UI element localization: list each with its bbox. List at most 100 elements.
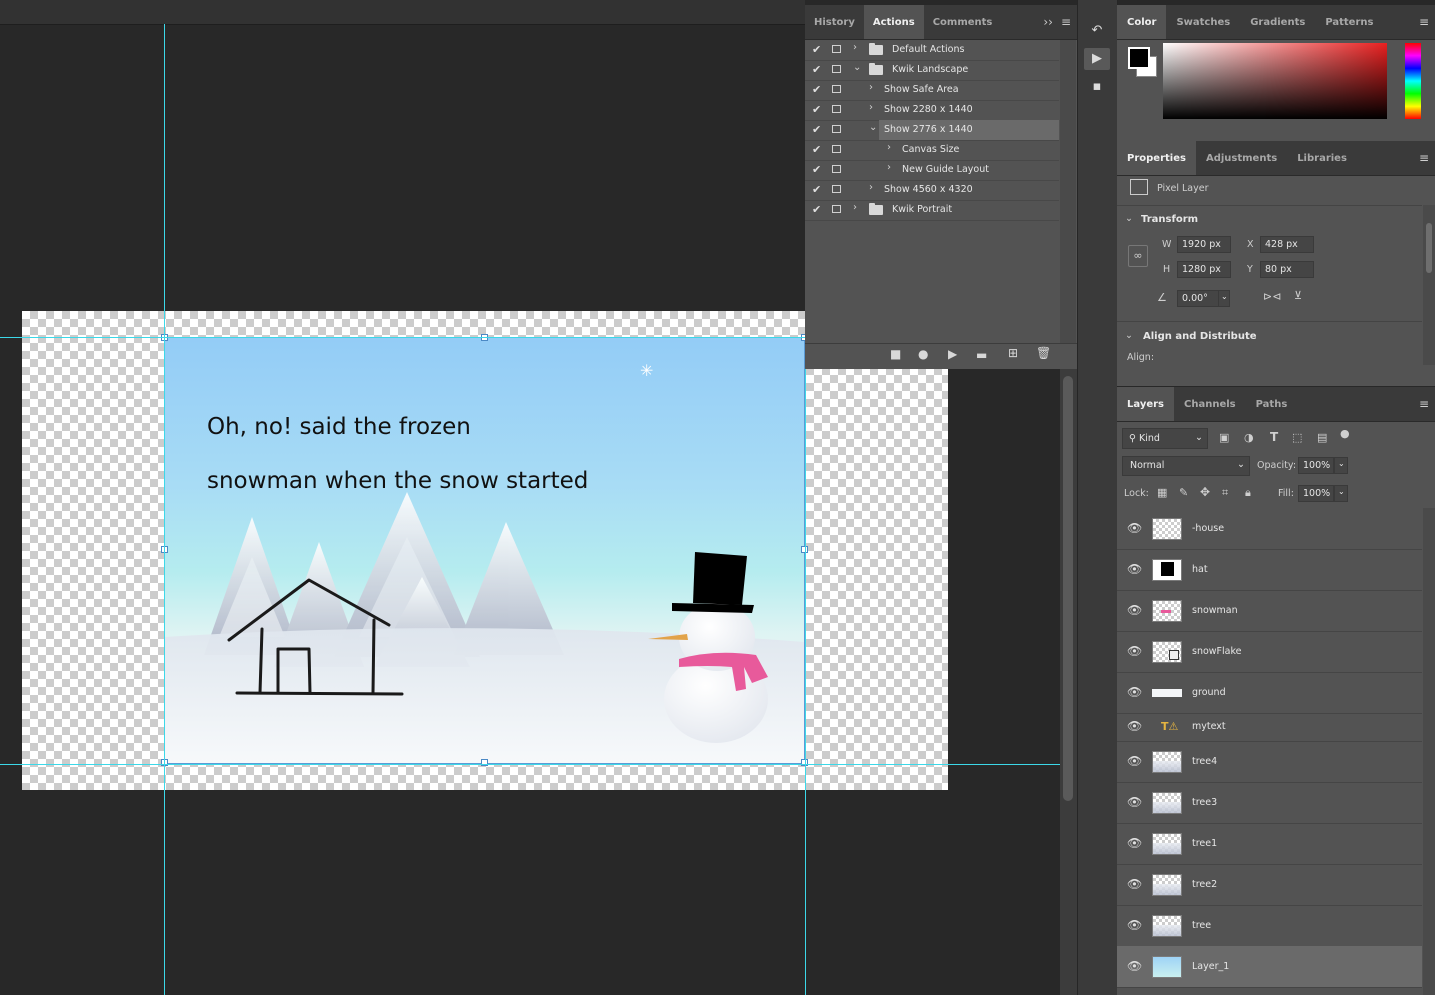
properties-scrollbar[interactable] [1423,205,1435,365]
action-item[interactable]: ✔ › Default Actions [805,40,1059,61]
canvas-scroll-thumb[interactable] [1063,376,1073,801]
lock-all-icon[interactable]: 🔒︎ [1245,486,1251,500]
dialog-toggle-icon[interactable] [832,105,841,113]
eye-icon[interactable]: 👁︎ [1127,918,1142,932]
eye-icon[interactable]: 👁︎ [1127,562,1142,576]
check-icon[interactable]: ✔ [812,43,821,56]
check-icon[interactable]: ✔ [812,63,821,76]
fill-dropdown[interactable]: ⌄ [1334,485,1348,502]
comments-icon[interactable]: ▪ [1084,76,1110,98]
tab-gradients[interactable]: Gradients [1240,5,1315,39]
history-icon[interactable]: ↶ [1084,20,1110,42]
x-field[interactable]: 428 px [1260,236,1314,253]
expand-panels-icon[interactable]: ›› [1043,15,1053,29]
layer-row[interactable]: 👁︎ ground [1117,672,1422,714]
eye-icon[interactable]: 👁︎ [1127,521,1142,535]
lock-transparent-icon[interactable]: ▦ [1157,486,1167,499]
play-icon[interactable]: ▶ [948,347,957,361]
dialog-toggle-icon[interactable] [832,125,841,133]
actions-scrollbar[interactable] [1060,40,1076,343]
tab-history[interactable]: History [805,5,864,39]
eye-icon[interactable]: 👁︎ [1127,795,1142,809]
align-title[interactable]: Align and Distribute [1143,331,1257,342]
chevron-right-icon[interactable]: › [853,42,857,53]
lock-position-icon[interactable]: ✥ [1200,485,1210,499]
chevron-right-icon[interactable]: › [869,102,873,113]
new-action-icon[interactable]: ⊞ [1008,346,1018,360]
eye-icon[interactable]: 👁︎ [1127,719,1142,733]
flip-horizontal-icon[interactable]: ⊳⊲ [1263,290,1281,303]
action-item[interactable]: ✔ › Kwik Portrait [805,200,1059,221]
layer-row[interactable]: 👁︎ snowFlake [1117,631,1422,673]
action-item[interactable]: ✔ › Show Safe Area [805,80,1059,101]
eye-icon[interactable]: 👁︎ [1127,836,1142,850]
opacity-dropdown[interactable]: ⌄ [1334,457,1348,474]
tab-libraries[interactable]: Libraries [1287,141,1357,175]
properties-scroll-thumb[interactable] [1426,223,1432,273]
trash-icon[interactable]: 🗑 [1036,346,1051,360]
tab-adjustments[interactable]: Adjustments [1196,141,1287,175]
dialog-toggle-icon[interactable] [832,145,841,153]
dialog-toggle-icon[interactable] [832,85,841,93]
layers-panel-menu-icon[interactable]: ≡ [1413,387,1435,421]
layer-row[interactable]: 👁︎ tree4 [1117,741,1422,783]
chevron-right-icon[interactable]: › [869,182,873,193]
layer-row[interactable]: 👁︎ -house [1117,508,1422,550]
chevron-right-icon[interactable]: › [887,142,891,153]
folder-icon[interactable]: ▬ [976,348,987,362]
lock-image-icon[interactable]: ✎ [1179,486,1188,499]
dialog-toggle-icon[interactable] [832,65,841,73]
properties-panel-menu-icon[interactable]: ≡ [1413,141,1435,175]
tab-properties[interactable]: Properties [1117,141,1196,175]
canvas-vertical-scrollbar[interactable] [1060,368,1077,995]
panel-menu-icon[interactable]: ›› ≡ [1037,5,1077,39]
layer-row[interactable]: 👁︎ tree [1117,905,1422,947]
fill-field[interactable]: 100% [1298,485,1334,502]
layer-filter-select[interactable]: ⚲ Kind ⌄ [1122,428,1208,449]
filter-toggle-icon[interactable]: ● [1340,427,1350,440]
layer-row[interactable]: 👁︎ tree1 [1117,823,1422,865]
dialog-toggle-icon[interactable] [832,205,841,213]
action-item[interactable]: ✔ › New Guide Layout [805,160,1059,181]
width-field[interactable]: 1920 px [1177,236,1231,253]
blend-mode-select[interactable]: Normal ⌄ [1122,456,1250,476]
chevron-down-icon[interactable]: ⌄ [869,122,877,133]
flip-vertical-icon[interactable]: ⊻ [1294,289,1302,302]
eye-icon[interactable]: 👁︎ [1127,603,1142,617]
guide-vertical-left[interactable] [164,24,165,995]
action-item[interactable]: ✔ ⌄ Show 2776 x 1440 [805,120,1059,141]
layer-row[interactable]: 👁︎ Layer_1 [1117,946,1422,988]
transform-chevron-icon[interactable]: ⌄ [1125,213,1133,224]
actions-play-icon[interactable]: ▶ [1084,48,1110,70]
layer-row[interactable]: 👁︎ T⚠ mytext [1117,713,1422,742]
eye-icon[interactable]: 👁︎ [1127,877,1142,891]
guide-horizontal-bottom[interactable] [0,764,1060,765]
check-icon[interactable]: ✔ [812,103,821,116]
dialog-toggle-icon[interactable] [832,185,841,193]
check-icon[interactable]: ✔ [812,143,821,156]
tab-comments[interactable]: Comments [924,5,1002,39]
tab-channels[interactable]: Channels [1174,387,1246,421]
check-icon[interactable]: ✔ [812,163,821,176]
opacity-field[interactable]: 100% [1298,457,1334,474]
angle-field[interactable]: 0.00° [1177,290,1219,307]
chevron-right-icon[interactable]: › [869,82,873,93]
check-icon[interactable]: ✔ [812,123,821,136]
eye-icon[interactable]: 👁︎ [1127,644,1142,658]
layer-row[interactable]: 👁︎ snowman [1117,590,1422,632]
eye-icon[interactable]: 👁︎ [1127,959,1142,973]
filter-pixel-icon[interactable]: ▣ [1219,431,1229,444]
filter-type-icon[interactable]: T [1270,430,1278,444]
tab-paths[interactable]: Paths [1246,387,1298,421]
check-icon[interactable]: ✔ [812,83,821,96]
lock-artboard-icon[interactable]: ⌗ [1222,486,1228,500]
eye-icon[interactable]: 👁︎ [1127,754,1142,768]
color-panel-menu-icon[interactable]: ≡ [1413,5,1435,39]
link-proportions-icon[interactable]: ∞ [1128,245,1148,267]
chevron-down-icon[interactable]: ⌄ [853,62,861,73]
tab-actions[interactable]: Actions [863,5,924,39]
layers-scrollbar[interactable] [1423,508,1435,995]
check-icon[interactable]: ✔ [812,183,821,196]
eye-icon[interactable]: 👁︎ [1127,685,1142,699]
transform-title[interactable]: Transform [1141,214,1198,225]
